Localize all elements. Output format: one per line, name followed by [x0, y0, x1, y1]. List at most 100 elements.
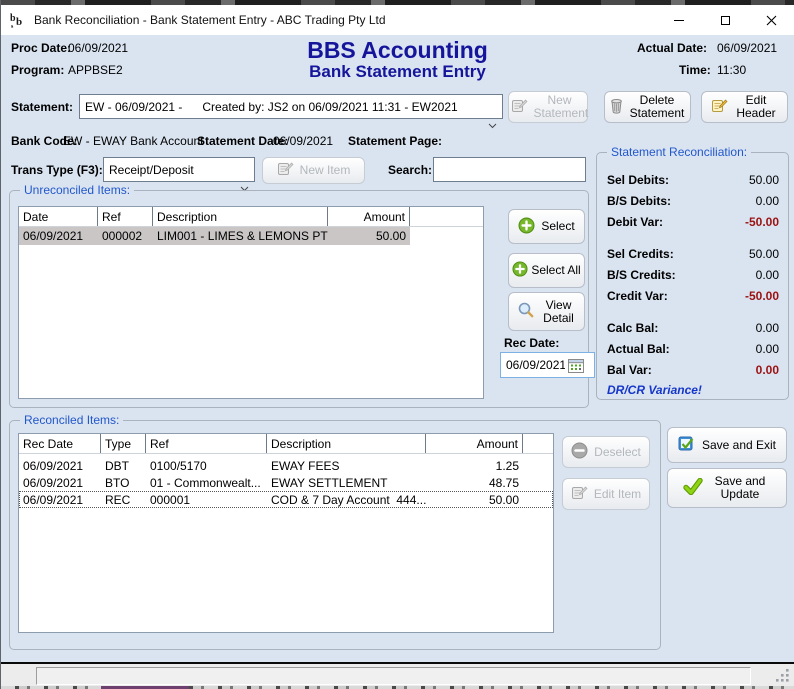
recon-value: -50.00: [745, 289, 779, 303]
column-header-date[interactable]: Date: [19, 207, 98, 226]
save-and-update-button[interactable]: Save and Update: [667, 468, 787, 508]
notepad-pencil-icon: [571, 485, 588, 504]
cell-date: 06/09/2021: [19, 227, 98, 245]
statement-select[interactable]: EW - 06/09/2021 - Created by: JS2 on 06/…: [79, 94, 503, 119]
save-and-update-label: Save and Update: [709, 475, 771, 501]
cell-ref: 0100/5170: [146, 457, 267, 474]
cell-rec-date: 06/09/2021: [19, 474, 101, 491]
unreconciled-row[interactable]: 06/09/2021 000002 LIM001 - LIMES & LEMON…: [19, 227, 483, 245]
green-check-icon: [683, 478, 703, 498]
cell-description: EWAY FEES: [267, 457, 426, 474]
reconciled-items-group: Reconciled Items: Rec Date Type Ref Desc…: [9, 420, 661, 650]
plus-circle-icon: [512, 261, 528, 280]
time-value: 11:30: [717, 63, 746, 77]
save-and-exit-label: Save and Exit: [702, 439, 776, 452]
minimize-icon: [674, 20, 684, 21]
reconciled-items-list: Rec Date Type Ref Description Amount 06/…: [18, 433, 554, 633]
deselect-button[interactable]: Deselect: [562, 436, 650, 468]
recon-value: 50.00: [749, 247, 779, 261]
column-header-ref[interactable]: Ref: [146, 434, 267, 453]
trash-icon: [610, 98, 623, 117]
plus-circle-icon: [518, 217, 535, 237]
recon-row-actual-bal: Actual Bal: 0.00: [607, 342, 779, 356]
recon-value: -50.00: [745, 215, 779, 229]
column-header-type[interactable]: Type: [101, 434, 146, 453]
new-statement-label: New Statement: [534, 94, 586, 120]
recon-label: Actual Bal:: [607, 342, 670, 356]
minus-circle-icon: [571, 442, 588, 462]
search-input[interactable]: [433, 157, 586, 182]
select-all-button[interactable]: Select All: [508, 253, 585, 288]
rec-date-label: Rec Date:: [504, 336, 559, 350]
cell-amount: 1.25: [426, 457, 523, 474]
cell-amount: 50.00: [426, 491, 523, 508]
select-all-label: Select All: [531, 264, 580, 277]
magnifier-icon: [517, 301, 535, 322]
new-statement-button[interactable]: New Statement: [508, 91, 588, 123]
view-detail-button[interactable]: View Detail: [508, 292, 585, 331]
recon-value: 0.00: [756, 342, 779, 356]
svg-text:s: s: [11, 24, 14, 29]
trans-type-label: Trans Type (F3):: [11, 163, 103, 177]
drcr-variance-warning: DR/CR Variance!: [607, 383, 702, 397]
unreconciled-items-group: Unreconciled Items: Date Ref Description…: [9, 190, 589, 408]
column-header-rec-date[interactable]: Rec Date: [19, 434, 101, 453]
calendar-icon: [568, 358, 584, 373]
recon-row-bal-var: Bal Var: 0.00: [607, 363, 779, 377]
time-label: Time:: [679, 63, 711, 77]
recon-value: 0.00: [756, 363, 779, 377]
cell-amount: 50.00: [328, 227, 410, 245]
trans-type-select[interactable]: Receipt/Deposit: [103, 157, 255, 182]
resize-grip[interactable]: [776, 669, 789, 685]
recon-label: Bal Var:: [607, 363, 652, 377]
trans-type-value: Receipt/Deposit: [109, 163, 194, 177]
select-button[interactable]: Select: [508, 209, 585, 244]
statement-date-value: 06/09/2021: [273, 134, 333, 148]
view-detail-label: View Detail: [541, 299, 577, 325]
bank-code-value: EW - EWAY Bank Account: [63, 134, 204, 148]
recon-label: Credit Var:: [607, 289, 668, 303]
actual-date-label: Actual Date:: [637, 41, 707, 55]
column-header-filler: [523, 434, 553, 453]
cell-filler: [410, 227, 483, 245]
column-header-ref[interactable]: Ref: [98, 207, 153, 226]
actual-date-value: 06/09/2021: [717, 41, 777, 55]
recon-label: B/S Debits:: [607, 194, 671, 208]
delete-statement-button[interactable]: Delete Statement: [604, 91, 691, 123]
recon-value: 0.00: [756, 194, 779, 208]
column-header-amount[interactable]: Amount: [328, 207, 410, 226]
rec-date-input[interactable]: [501, 358, 565, 372]
column-header-filler: [410, 207, 483, 226]
save-and-exit-button[interactable]: Save and Exit: [667, 427, 787, 463]
close-button[interactable]: [748, 5, 794, 35]
reconciled-row-1[interactable]: 06/09/2021 DBT 0100/5170 EWAY FEES 1.25: [19, 457, 553, 474]
column-header-amount[interactable]: Amount: [426, 434, 523, 453]
maximize-button[interactable]: [702, 5, 748, 35]
column-header-description[interactable]: Description: [267, 434, 426, 453]
column-header-description[interactable]: Description: [153, 207, 328, 226]
close-icon: [766, 15, 777, 26]
calendar-button[interactable]: [565, 354, 587, 376]
statement-page-label: Statement Page:: [348, 134, 442, 148]
new-item-button[interactable]: New Item: [262, 157, 365, 184]
edit-item-label: Edit Item: [594, 488, 641, 501]
app-subtitle: Bank Statement Entry: [1, 62, 794, 82]
reconciled-items-title: Reconciled Items:: [20, 413, 123, 427]
edit-item-button[interactable]: Edit Item: [562, 478, 650, 510]
statement-label: Statement:: [11, 100, 73, 114]
cell-ref: 000001: [146, 491, 267, 508]
unreconciled-items-list: Date Ref Description Amount 06/09/2021 0…: [18, 206, 484, 399]
status-message-panel: [36, 667, 751, 685]
recon-label: B/S Credits:: [607, 268, 676, 282]
window-title: Bank Reconciliation - Bank Statement Ent…: [34, 13, 386, 27]
search-label: Search:: [388, 163, 432, 177]
checkbox-check-icon: [678, 436, 696, 455]
minimize-button[interactable]: [656, 5, 702, 35]
select-label: Select: [541, 220, 574, 233]
reconciled-row-2[interactable]: 06/09/2021 BTO 01 - Commonwealt... EWAY …: [19, 474, 553, 491]
title-bar: b s b Bank Reconciliation - Bank Stateme…: [1, 5, 794, 35]
edit-header-button[interactable]: Edit Header: [701, 91, 788, 123]
deselect-label: Deselect: [594, 446, 641, 459]
recon-value: 50.00: [749, 173, 779, 187]
reconciled-row-3[interactable]: 06/09/2021 REC 000001 COD & 7 Day Accoun…: [19, 491, 553, 508]
